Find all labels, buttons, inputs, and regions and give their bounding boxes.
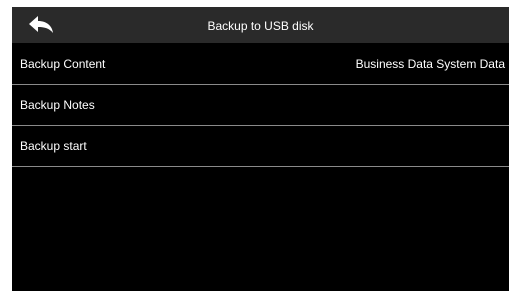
title-bar: Backup to USB disk (12, 7, 509, 43)
back-button[interactable] (12, 7, 70, 43)
empty-content-area (12, 168, 509, 291)
device-screen: Backup to USB disk Backup Content Busine… (12, 7, 509, 291)
menu-item-label: Backup Notes (20, 98, 95, 112)
menu-item-label: Backup Content (20, 57, 106, 71)
back-arrow-icon (29, 16, 53, 33)
page-title: Backup to USB disk (207, 19, 314, 33)
menu-item-label: Backup start (20, 139, 87, 153)
menu-item-backup-start[interactable]: Backup start (12, 126, 509, 167)
menu-item-backup-content[interactable]: Backup Content Business Data System Data (12, 44, 509, 85)
menu-item-backup-notes[interactable]: Backup Notes (12, 85, 509, 126)
menu-item-value: Business Data System Data (355, 57, 505, 71)
